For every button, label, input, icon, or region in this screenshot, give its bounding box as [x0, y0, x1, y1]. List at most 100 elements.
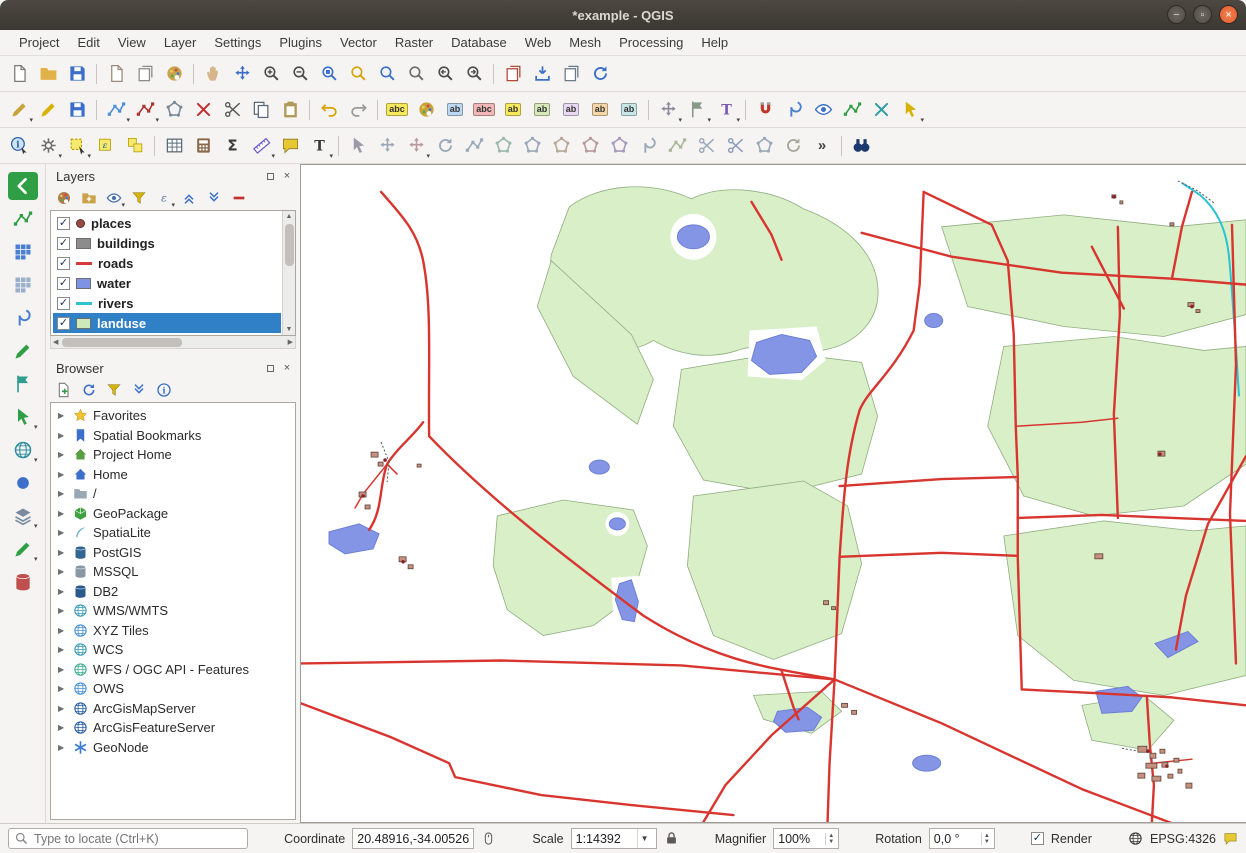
layer-labeling-icon[interactable]: abc [383, 96, 411, 124]
rotate-point-symbols-icon[interactable] [779, 132, 807, 160]
enable-advanced-digitizing-icon[interactable] [344, 132, 372, 160]
browser-item-arcgismapserver[interactable]: ▶ ArcGisMapServer [51, 699, 295, 719]
expand-arrow-icon[interactable]: ▶ [58, 567, 68, 576]
expand-arrow-icon[interactable]: ▶ [58, 489, 68, 498]
toolbar-extension-button[interactable]: » [808, 132, 836, 160]
zoom-last-icon[interactable] [431, 60, 459, 88]
browser-item-db2[interactable]: ▶ DB2 [51, 582, 295, 602]
lock-scale-icon[interactable] [664, 831, 679, 846]
add-group-icon[interactable] [78, 187, 100, 209]
browser-item-home[interactable]: ▶ Home [51, 465, 295, 485]
browser-item-ows[interactable]: ▶ OWS [51, 679, 295, 699]
zoom-to-selection-icon[interactable] [344, 60, 372, 88]
grid-blue-icon[interactable] [8, 238, 38, 266]
styling-dock-icon[interactable] [53, 187, 75, 209]
layer-visibility-checkbox[interactable]: ✓ [57, 237, 70, 250]
layer-item-landuse[interactable]: ✓ landuse [53, 313, 281, 333]
globe-teal-icon[interactable]: ▾ [8, 436, 38, 464]
cursor-position-icon[interactable] [481, 831, 496, 846]
minimize-button[interactable]: − [1167, 5, 1186, 24]
scroll-down-icon[interactable]: ▼ [284, 324, 295, 335]
label-rotate-icon[interactable]: ab [586, 96, 614, 124]
label-unplaced-icon[interactable]: abc [470, 96, 498, 124]
layer-diagram-icon[interactable] [412, 96, 440, 124]
map-canvas[interactable] [300, 164, 1246, 823]
delete-part-icon[interactable] [605, 132, 633, 160]
browser-item-spatialite[interactable]: ▶ SpatiaLite [51, 523, 295, 543]
expand-arrow-icon[interactable]: ▶ [58, 411, 68, 420]
delete-selected-icon[interactable] [189, 96, 217, 124]
layers-panel-float-button[interactable] [263, 169, 277, 183]
digitize-with-curve-icon[interactable] [780, 96, 808, 124]
scrollbar-thumb[interactable] [62, 338, 182, 347]
flag-teal-icon[interactable] [8, 370, 38, 398]
browser-panel-close-button[interactable]: × [280, 361, 294, 375]
zoom-full-icon[interactable] [315, 60, 343, 88]
label-pin-icon[interactable]: ab [499, 96, 527, 124]
scroll-up-icon[interactable]: ▲ [284, 211, 295, 222]
menu-web[interactable]: Web [516, 32, 561, 53]
back-button[interactable] [8, 172, 38, 200]
menu-raster[interactable]: Raster [386, 32, 442, 53]
curve-hook-icon[interactable] [8, 304, 38, 332]
browser-item-root[interactable]: ▶ / [51, 484, 295, 504]
render-checkbox[interactable]: ✓ [1031, 832, 1044, 845]
locate-input[interactable] [34, 832, 242, 846]
copy-features-icon[interactable] [247, 96, 275, 124]
offset-curve-icon[interactable] [634, 132, 662, 160]
browser-item-wms-wmts[interactable]: ▶ WMS/WMTS [51, 601, 295, 621]
undo-icon[interactable] [315, 96, 343, 124]
merge-features-icon[interactable] [750, 132, 778, 160]
scale-combobox[interactable]: 1:14392 ▼ [571, 828, 657, 849]
menu-project[interactable]: Project [10, 32, 68, 53]
layer-visibility-checkbox[interactable]: ✓ [57, 277, 70, 290]
binoculars-icon[interactable] [847, 132, 875, 160]
pan-to-selection-icon[interactable] [228, 60, 256, 88]
zoom-out-icon[interactable] [286, 60, 314, 88]
measure-icon[interactable]: ▾ [247, 132, 275, 160]
titlebar[interactable]: *example - QGIS − ▫ × [0, 0, 1246, 30]
map-tips-icon[interactable] [276, 132, 304, 160]
menu-plugins[interactable]: Plugins [270, 32, 331, 53]
locate-search[interactable] [8, 828, 248, 849]
spinner-arrows[interactable]: ▲▼ [825, 833, 834, 845]
add-part-icon[interactable] [518, 132, 546, 160]
close-button[interactable]: × [1219, 5, 1238, 24]
expand-arrow-icon[interactable]: ▶ [58, 665, 68, 674]
menu-vector[interactable]: Vector [331, 32, 386, 53]
menu-mesh[interactable]: Mesh [560, 32, 610, 53]
coordinate-box[interactable] [352, 828, 474, 849]
layer-item-water[interactable]: ✓ water [53, 273, 281, 293]
browser-panel-float-button[interactable] [263, 361, 277, 375]
browser-item-geopackage[interactable]: ▶ GeoPackage [51, 504, 295, 524]
label-move-icon[interactable]: ab [557, 96, 585, 124]
text-annotation-icon[interactable]: ▾ [305, 132, 333, 160]
zoom-in-icon[interactable] [257, 60, 285, 88]
browser-item-xyz-tiles[interactable]: ▶ XYZ Tiles [51, 621, 295, 641]
label-properties-icon[interactable]: ab [615, 96, 643, 124]
browser-collapse-all-icon[interactable] [128, 379, 150, 401]
new-3d-map-icon[interactable] [557, 60, 585, 88]
messages-bubble-icon[interactable] [1223, 831, 1238, 846]
diagram-move-icon[interactable]: ▾ [654, 96, 682, 124]
annotation-tool-icon[interactable]: ▾ [712, 96, 740, 124]
scroll-left-icon[interactable]: ◀ [51, 337, 60, 348]
split-parts-icon[interactable] [692, 132, 720, 160]
remove-layer-icon[interactable] [228, 187, 250, 209]
new-map-view-icon[interactable] [499, 60, 527, 88]
fill-ring-icon[interactable] [547, 132, 575, 160]
save-project-icon[interactable] [63, 60, 91, 88]
rotation-spinbox[interactable]: 0,0 ° ▲▼ [929, 828, 995, 849]
expand-arrow-icon[interactable]: ▶ [58, 470, 68, 479]
layer-visibility-checkbox[interactable]: ✓ [57, 217, 70, 230]
layer-item-rivers[interactable]: ✓ rivers [53, 293, 281, 313]
deselect-all-icon[interactable] [121, 132, 149, 160]
layers-vertical-scrollbar[interactable]: ▲ ▼ [282, 211, 295, 335]
layer-visibility-checkbox[interactable]: ✓ [57, 297, 70, 310]
run-feature-action-icon[interactable]: ▾ [34, 132, 62, 160]
pencil-green-icon[interactable] [8, 337, 38, 365]
menu-edit[interactable]: Edit [68, 32, 108, 53]
identify-features-icon[interactable] [5, 132, 33, 160]
zoom-native-icon[interactable] [402, 60, 430, 88]
new-print-layout-icon[interactable] [102, 60, 130, 88]
